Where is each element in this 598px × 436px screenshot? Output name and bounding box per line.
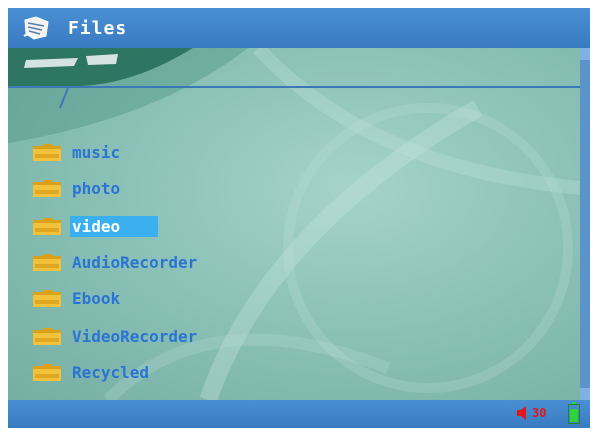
folder-item[interactable]: Ebook	[32, 286, 124, 310]
battery-icon	[568, 402, 580, 424]
folder-icon	[32, 216, 62, 236]
scroll-up-arrow[interactable]	[580, 48, 590, 60]
folder-label: Recycled	[72, 362, 150, 382]
volume-indicator[interactable]: 30	[516, 405, 546, 421]
status-bar: 30	[8, 400, 590, 428]
folder-icon	[32, 362, 62, 382]
title-bar: Files	[8, 8, 590, 48]
folder-label: AudioRecorder	[72, 252, 198, 272]
folder-icon	[32, 178, 62, 198]
folder-item[interactable]: Recycled	[32, 360, 153, 384]
folder-item[interactable]: AudioRecorder	[32, 250, 201, 274]
folder-item[interactable]: video	[32, 214, 158, 238]
window-title: Files	[68, 18, 128, 39]
folder-label: music	[72, 142, 121, 162]
folder-icon	[32, 326, 62, 346]
file-manager-icon	[23, 16, 49, 40]
divider	[8, 86, 580, 88]
folder-item[interactable]: photo	[32, 176, 124, 200]
volume-level: 30	[532, 406, 547, 420]
device-screen: Files music photo video AudioRecorder Ebook V…	[8, 8, 590, 428]
speaker-icon	[517, 406, 526, 420]
folder-label: video	[70, 215, 158, 237]
folder-label: VideoRecorder	[72, 326, 198, 346]
battery-fill	[570, 409, 578, 422]
folder-item[interactable]: VideoRecorder	[32, 324, 201, 348]
folder-item[interactable]: music	[32, 140, 124, 164]
scrollbar[interactable]	[580, 48, 590, 400]
scroll-down-arrow[interactable]	[580, 388, 590, 400]
file-list-panel: music photo video AudioRecorder Ebook VideoRe…	[8, 48, 580, 400]
folder-label: photo	[72, 178, 121, 198]
folder-label: Ebook	[72, 288, 121, 308]
folder-icon	[32, 288, 62, 308]
folder-icon	[32, 252, 62, 272]
folder-icon	[32, 142, 62, 162]
